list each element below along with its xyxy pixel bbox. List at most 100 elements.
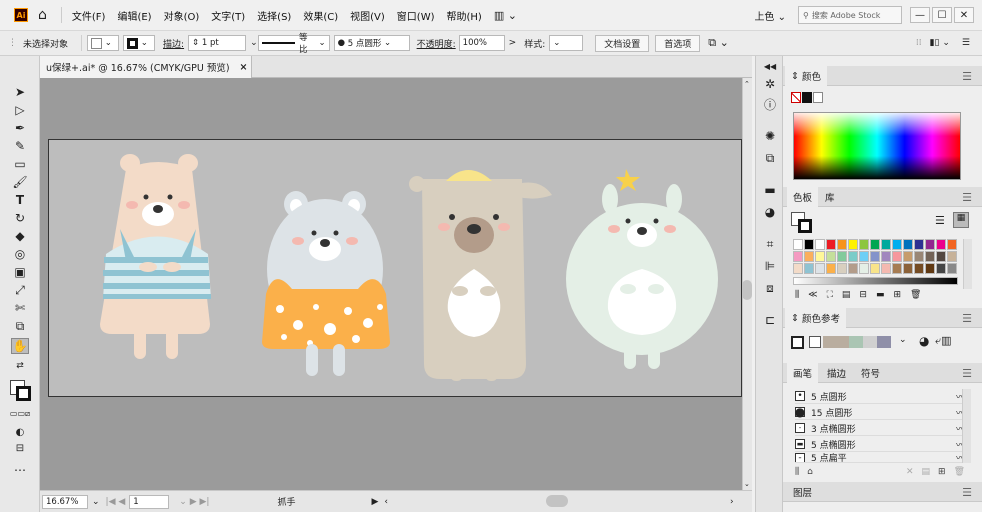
tab-libraries[interactable]: 库	[819, 187, 841, 206]
brush-library-icon[interactable]: ⫼	[795, 467, 799, 481]
color-swatch[interactable]	[936, 263, 946, 274]
menu-file[interactable]: 文件(F)	[72, 8, 106, 23]
color-swatch[interactable]	[837, 263, 847, 274]
grayscale-ramp[interactable]	[793, 277, 958, 285]
document-setup-button[interactable]: 文档设置	[595, 34, 650, 52]
panel-menu-icon[interactable]: ☰	[962, 191, 972, 204]
artboard-number-input[interactable]: 1	[129, 494, 170, 509]
gradient-panel-icon[interactable]: ▬	[762, 182, 778, 198]
color-swatch[interactable]	[870, 239, 880, 250]
tab-stroke[interactable]: 描边	[821, 363, 852, 382]
color-swatch[interactable]	[848, 251, 858, 262]
direct-selection-tool-icon[interactable]: ▷	[11, 102, 29, 118]
tab-layers[interactable]: 图层	[787, 482, 818, 501]
color-swatch[interactable]	[881, 263, 891, 274]
color-swatch[interactable]	[804, 251, 814, 262]
opacity-input[interactable]: 100%	[458, 35, 505, 51]
brush-row[interactable]: ▬ 5 点椭圆形〰	[795, 437, 965, 452]
document-tab[interactable]: u保绿+.ai* @ 16.67% (CMYK/GPU 预览) ×	[40, 56, 252, 78]
transform-panel-icon[interactable]: ⌗	[762, 236, 778, 252]
menu-help[interactable]: 帮助(H)	[447, 8, 482, 23]
selection-tool-icon[interactable]: ➤	[11, 84, 29, 100]
scroll-left-icon[interactable]: ‹	[384, 497, 388, 507]
first-artboard-icon[interactable]: |◀ ◀	[106, 497, 126, 507]
save-group-icon[interactable]: ⤶▥	[935, 334, 952, 348]
color-swatch[interactable]	[815, 263, 825, 274]
artwork[interactable]	[48, 139, 742, 397]
stroke-label[interactable]: 描边:	[163, 37, 184, 50]
close-tab-icon[interactable]: ×	[240, 62, 248, 73]
brush-row[interactable]: • 5 点圆形〰	[795, 389, 965, 404]
tab-brushes[interactable]: 画笔	[787, 363, 819, 383]
color-swatch[interactable]	[837, 251, 847, 262]
zoom-level-input[interactable]: 16.67%	[42, 494, 88, 509]
remove-stroke-icon[interactable]: ✕	[906, 467, 914, 481]
fill-stroke-indicator[interactable]	[791, 92, 823, 105]
harmony-dropdown-icon[interactable]: ⌄	[899, 335, 911, 345]
color-swatch[interactable]	[936, 239, 946, 250]
appearance-icon[interactable]: ✲	[762, 76, 778, 92]
color-swatch[interactable]	[870, 251, 880, 262]
delete-swatch-icon[interactable]: 🗑	[910, 290, 921, 304]
brush-row[interactable]: -5 点扁平〰	[795, 453, 965, 463]
color-swatch[interactable]	[947, 239, 957, 250]
close-window-button[interactable]: ✕	[954, 7, 974, 23]
swatch-scrollbar[interactable]	[963, 239, 972, 289]
paintbrush-tool-icon[interactable]: 🖌	[11, 174, 29, 190]
tab-color-guide[interactable]: ⇕ 颜色参考	[785, 308, 846, 328]
bear-yellow-hat[interactable]	[409, 170, 552, 381]
collapse-strip-icon[interactable]: ◀◀	[762, 58, 778, 74]
rotate-tool-icon[interactable]: ↻	[11, 210, 29, 226]
align-panel-icon[interactable]: ⊫	[762, 258, 778, 274]
color-spectrum[interactable]	[793, 112, 961, 180]
blend-tool-icon[interactable]: ✄	[11, 300, 29, 316]
status-menu-icon[interactable]: ▶	[371, 497, 378, 507]
color-swatch[interactable]	[914, 263, 924, 274]
color-swatch[interactable]	[815, 239, 825, 250]
graphic-style-picker[interactable]: ⌄	[549, 35, 584, 51]
swatch-new-group-icon[interactable]: ⊟	[859, 290, 867, 304]
eraser-tool-icon[interactable]: ◆	[11, 228, 29, 244]
new-swatch-icon[interactable]: ⊞	[893, 290, 901, 304]
horizontal-scroll-thumb[interactable]	[546, 495, 568, 507]
align-icon[interactable]: ⁞⁞	[916, 38, 922, 48]
type-tool-icon[interactable]: T	[11, 192, 29, 208]
transform-icon[interactable]: ▮▯ ⌄	[930, 38, 950, 48]
color-swatch[interactable]	[903, 251, 913, 262]
panel-menu-icon[interactable]: ☰	[962, 367, 972, 380]
curvature-tool-icon[interactable]: ✎	[11, 138, 29, 154]
brush-row[interactable]: -3 点椭圆形〰	[795, 421, 965, 436]
eyedropper-tool-icon[interactable]: ⤢	[11, 282, 29, 298]
arrange-icon[interactable]: ⧉ ⌄	[708, 36, 729, 50]
stroke-weight-input[interactable]: ⇕ 1 pt	[188, 35, 247, 51]
tab-color[interactable]: ⇕ 颜色	[785, 66, 827, 86]
color-swatch[interactable]	[804, 239, 814, 250]
brush-scrollbar[interactable]	[962, 389, 971, 463]
stroke-swatch[interactable]: ⌄	[123, 35, 156, 51]
maximize-button[interactable]: ☐	[932, 7, 952, 23]
menu-type[interactable]: 文字(T)	[211, 8, 245, 23]
swatch-kind-icon[interactable]: ≪	[808, 290, 817, 304]
swatch-options-icon[interactable]: ⛶	[827, 290, 833, 304]
color-swatch[interactable]	[903, 263, 913, 274]
bear-striped-shirt[interactable]	[100, 154, 211, 359]
color-swatch[interactable]	[870, 263, 880, 274]
menu-window[interactable]: 窗口(W)	[397, 8, 435, 23]
color-swatch[interactable]	[804, 263, 814, 274]
pathfinder-icon[interactable]: ⧈	[762, 280, 778, 296]
arrange-documents-icon[interactable]: ▥ ⌄	[494, 9, 517, 22]
color-swatch[interactable]	[793, 251, 803, 262]
color-swatch[interactable]	[947, 263, 957, 274]
brush-definition[interactable]: ● 5 点圆形 ⌄	[333, 35, 410, 51]
tab-swatches[interactable]: 色板	[787, 187, 819, 207]
color-swatch[interactable]	[925, 239, 935, 250]
grid-view-icon[interactable]: ▦	[953, 212, 969, 228]
scroll-up-icon[interactable]: ⌃	[744, 80, 750, 88]
folder-icon[interactable]: ▬	[876, 290, 885, 304]
color-swatch[interactable]	[837, 239, 847, 250]
info-icon[interactable]: ⓘ	[762, 96, 778, 112]
color-swatch[interactable]	[925, 251, 935, 262]
delete-brush-icon[interactable]: 🗑	[954, 467, 965, 481]
list-view-icon[interactable]: ☰	[935, 214, 945, 227]
color-swatch[interactable]	[892, 251, 902, 262]
